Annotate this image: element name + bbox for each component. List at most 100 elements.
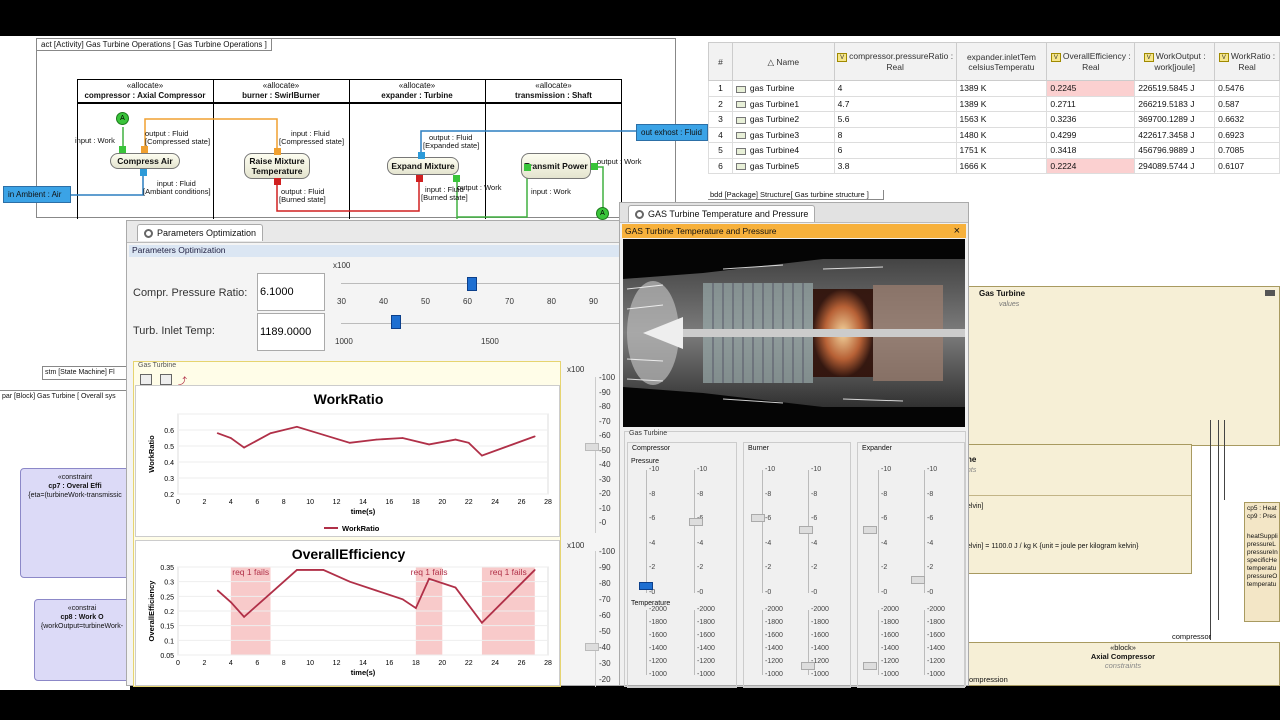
table-cell-pr[interactable]: 5.6	[833, 111, 957, 128]
constraint-cp8[interactable]: «constrai cp8 : Work O {workOutput=turbine…	[34, 599, 130, 681]
table-cell-n[interactable]: 1	[708, 80, 733, 97]
right-scale-thumb-2[interactable]	[585, 643, 599, 651]
table-cell-t[interactable]: 1389 K	[955, 80, 1048, 97]
col-name[interactable]: △ Name	[731, 42, 835, 81]
table-cell-wr[interactable]: 0.587	[1214, 95, 1280, 112]
table-cell-n[interactable]: 5	[708, 142, 733, 159]
table-cell-n[interactable]: 4	[708, 126, 733, 143]
export-icon[interactable]	[160, 374, 172, 385]
table-row[interactable]: 3 gas Turbine2 5.6 1563 K 0.3236 369700.1289 …	[708, 111, 1280, 128]
table-cell-name[interactable]: gas Turbine1	[731, 95, 835, 112]
right-scale-thumb-1[interactable]	[585, 443, 599, 451]
table-cell-n[interactable]: 2	[708, 95, 733, 112]
pin-output-fluid-burned[interactable]	[274, 178, 281, 185]
table-cell-wo[interactable]: 422617.3458 J	[1134, 126, 1216, 143]
table-cell-wr[interactable]: 0.7085	[1214, 142, 1280, 159]
floppy-icon[interactable]	[140, 374, 152, 385]
tab-parameters-optimization[interactable]: Parameters Optimization	[137, 224, 264, 242]
table-cell-name[interactable]: gas Turbine5	[731, 157, 835, 174]
table-cell-name[interactable]: gas Turbine3	[731, 126, 835, 143]
burner-temp-knob[interactable]	[801, 662, 815, 670]
pin-output-fluid-expanded[interactable]	[418, 152, 425, 159]
table-cell-name[interactable]: gas Turbine4	[731, 142, 835, 159]
temperature-scale-track[interactable]	[878, 610, 879, 675]
temperature-scale-track[interactable]	[924, 610, 925, 675]
table-cell-wr[interactable]: 0.6923	[1214, 126, 1280, 143]
pin-input-fluid-ambient[interactable]	[140, 169, 147, 176]
pin-input-fluid-expand[interactable]	[416, 175, 423, 182]
pin-input-fluid-raise[interactable]	[274, 148, 281, 155]
table-cell-eff[interactable]: 0.3236	[1046, 111, 1136, 128]
table-cell-eff[interactable]: 0.2711	[1046, 95, 1136, 112]
table-cell-t[interactable]: 1389 K	[955, 95, 1048, 112]
table-cell-wr[interactable]: 0.6107	[1214, 157, 1280, 174]
table-cell-t[interactable]: 1666 K	[955, 157, 1048, 174]
table-cell-eff[interactable]: 0.4299	[1046, 126, 1136, 143]
table-row[interactable]: 2 gas Turbine1 4.7 1389 K 0.2711 266219.5183 …	[708, 95, 1280, 112]
table-row[interactable]: 1 gas Turbine 4 1389 K 0.2245 226519.5845 J 0.…	[708, 80, 1280, 97]
table-cell-wo[interactable]: 226519.5845 J	[1134, 80, 1216, 97]
table-cell-wo[interactable]: 369700.1289 J	[1134, 111, 1216, 128]
port-exhaust-fluid[interactable]: out exhost : Fluid	[636, 124, 708, 141]
right-scale-1[interactable]	[595, 377, 596, 533]
pressure-slider-thumb[interactable]	[467, 277, 478, 291]
table-row[interactable]: 6 gas Turbine5 3.8 1666 K 0.2224 294089.5744 …	[708, 157, 1280, 174]
right-scale-2[interactable]	[595, 551, 596, 687]
tab-gas-turbine-temp[interactable]: GAS Turbine Temperature and Pressure	[628, 205, 816, 223]
action-transmit-power[interactable]: Transmit Power	[521, 153, 591, 179]
burner-pressure-knob-2[interactable]	[799, 526, 813, 534]
table-cell-wr[interactable]: 0.6632	[1214, 111, 1280, 128]
compressor-pressure-knob-2[interactable]	[689, 518, 703, 526]
action-expand-mixture[interactable]: Expand Mixture	[387, 157, 459, 175]
action-raise-mixture-temperature[interactable]: Raise Mixture Temperature	[244, 153, 310, 179]
pin-output-work-expand[interactable]	[453, 175, 460, 182]
port-ambient-air[interactable]: in Ambient : Air	[3, 186, 71, 203]
block-gas-turbine[interactable]: Gas Turbine values	[966, 286, 1280, 446]
block-axial-compressor[interactable]: «block» Axial Compressor constraints omp…	[966, 642, 1280, 686]
pressure-scale-track[interactable]	[762, 470, 763, 593]
action-compress-air[interactable]: Compress Air	[110, 153, 180, 169]
table-cell-name[interactable]: gas Turbine	[731, 80, 835, 97]
table-cell-pr[interactable]: 8	[833, 126, 957, 143]
pressure-scale-track[interactable]	[924, 470, 925, 593]
compressor-pressure-knob[interactable]	[639, 582, 653, 590]
pressure-slider-track[interactable]	[341, 283, 619, 284]
table-cell-eff[interactable]: 0.3418	[1046, 142, 1136, 159]
trend-icon[interactable]: ⤴	[178, 374, 190, 386]
col-work-output[interactable]: V WorkOutput : work[joule]	[1134, 42, 1216, 81]
pressure-scale-track[interactable]	[694, 470, 695, 593]
table-row[interactable]: 4 gas Turbine3 8 1480 K 0.4299 422617.3458 J0…	[708, 126, 1280, 143]
pressure-scale-track[interactable]	[646, 470, 647, 593]
temp-slider-track[interactable]	[341, 323, 619, 324]
table-cell-t[interactable]: 1563 K	[955, 111, 1048, 128]
col-number[interactable]: #	[708, 42, 733, 81]
expander-pressure-knob[interactable]	[863, 526, 877, 534]
inlet-temp-input[interactable]	[257, 313, 325, 351]
table-cell-wo[interactable]: 456796.9889 J	[1134, 142, 1216, 159]
table-cell-eff[interactable]: 0.2224	[1046, 157, 1136, 174]
pin-input-work[interactable]	[119, 146, 126, 153]
table-cell-t[interactable]: 1480 K	[955, 126, 1048, 143]
temperature-scale-track[interactable]	[646, 610, 647, 675]
table-cell-wo[interactable]: 294089.5744 J	[1134, 157, 1216, 174]
col-pressure-ratio[interactable]: Vcompressor.pressureRatio : Real	[833, 42, 957, 81]
table-cell-n[interactable]: 3	[708, 111, 733, 128]
pressure-ratio-input[interactable]	[257, 273, 325, 311]
burner-pressure-knob[interactable]	[751, 514, 765, 522]
constraint-params-box[interactable]: cp5 : Heat cp9 : Pres heatSuppli pressureL…	[1244, 502, 1280, 622]
table-cell-wo[interactable]: 266219.5183 J	[1134, 95, 1216, 112]
expander-pressure-knob-2[interactable]	[911, 576, 925, 584]
table-cell-eff[interactable]: 0.2245	[1046, 80, 1136, 97]
pin-input-work-transmit[interactable]	[524, 164, 531, 171]
table-cell-n[interactable]: 6	[708, 157, 733, 174]
constraint-cp7[interactable]: «constraint cp7 : Overal Effi {eta=(turbin…	[20, 468, 130, 578]
block-inner[interactable]: ne nts elvin] elvin] = 1100.0 J / kg K {…	[966, 444, 1192, 574]
pin-output-fluid[interactable]	[141, 146, 148, 153]
expander-temp-knob[interactable]	[863, 662, 877, 670]
table-row[interactable]: 5 gas Turbine4 6 1751 K 0.3418 456796.9889 J0…	[708, 142, 1280, 159]
temp-slider-thumb[interactable]	[391, 315, 402, 329]
table-cell-t[interactable]: 1751 K	[955, 142, 1048, 159]
table-cell-pr[interactable]: 4.7	[833, 95, 957, 112]
table-cell-pr[interactable]: 3.8	[833, 157, 957, 174]
close-icon[interactable]: ×	[954, 224, 960, 238]
